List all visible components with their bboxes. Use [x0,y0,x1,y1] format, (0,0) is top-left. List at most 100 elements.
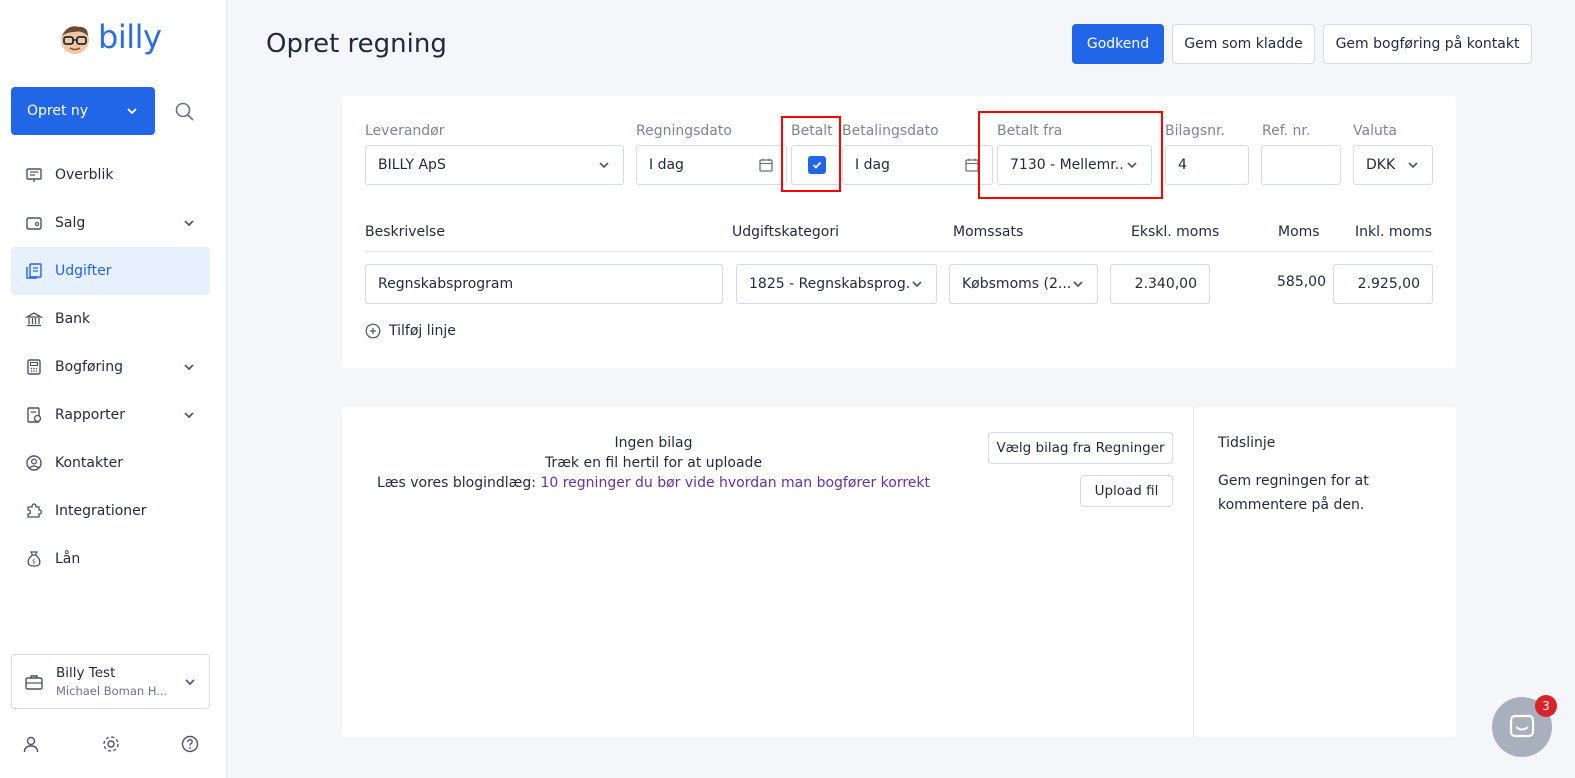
sidebar-item-label: Kontakter [55,455,123,471]
line-excl-vat-input[interactable]: 2.340,00 [1110,264,1210,304]
sidebar-item-bogforing[interactable]: Bogføring [11,343,210,391]
sidebar-item-rapporter[interactable]: Rapporter [11,391,210,439]
column-header-vat: Moms [1278,224,1320,240]
chevron-down-icon [1073,281,1083,288]
bill-date-value: I dag [649,157,684,173]
timeline-title: Tidslinje [1218,435,1276,451]
report-icon [25,406,43,424]
sidebar-item-udgifter[interactable]: Udgifter [11,247,210,295]
highlight-paid-from [978,111,1163,199]
billy-logo[interactable]: billy [58,18,162,56]
reference-number-input[interactable] [1261,145,1341,185]
help-icon[interactable] [180,734,200,754]
payment-date-label: Betalingsdato [842,123,939,139]
bill-date-field[interactable]: I dag [636,145,787,185]
line-description-input[interactable]: Regnskabsprogram [365,264,723,304]
voucher-number-input[interactable]: 4 [1165,145,1249,185]
search-icon[interactable] [172,99,198,125]
line-excl-vat-value: 2.340,00 [1134,276,1197,292]
logo-wordmark: billy [98,18,162,56]
create-new-label: Opret ny [27,103,89,119]
sidebar-item-label: Salg [55,215,86,231]
line-description-value: Regnskabsprogram [378,276,514,292]
user-icon[interactable] [21,734,41,754]
chevron-down-icon [184,412,194,419]
save-draft-button[interactable]: Gem som kladde [1172,24,1315,64]
create-new-button[interactable]: Opret ny [11,87,155,135]
add-line-label: Tilføj linje [389,323,456,339]
approve-button[interactable]: Godkend [1072,24,1164,64]
blog-line: Læs vores blogindlæg: 10 regninger du bø… [342,473,965,493]
sidebar-item-overblik[interactable]: Overblik [11,151,210,199]
sidebar-item-bank[interactable]: Bank [11,295,210,343]
column-header-description: Beskrivelse [365,224,445,240]
vendor-value: BILLY ApS [378,157,446,173]
currency-value: DKK [1366,157,1396,173]
save-to-contact-button[interactable]: Gem bogføring på kontakt [1323,24,1532,64]
column-header-vat-rate: Momssats [953,224,1024,240]
sidebar-item-label: Overblik [55,167,114,183]
organization-user: Michael Boman H... [56,684,168,698]
timeline-text: Gem regningen for at kommentere på den. [1218,473,1369,513]
line-vat-value: 585,00 [1277,274,1326,290]
vendor-select[interactable]: BILLY ApS [365,145,624,185]
mascot-icon [61,26,89,54]
drag-file-text: Træk en fil hertil for at uploade [544,455,763,471]
add-line-button[interactable]: Tilføj linje [365,323,456,339]
payment-date-value: I dag [855,157,890,173]
no-attachment-text: Ingen bilag [614,435,693,451]
bill-date-label: Regningsdato [636,123,732,139]
timeline-divider [1193,407,1194,737]
attachments-card: Ingen bilag Træk en fil hertil for at up… [342,407,1456,737]
voucher-number-label: Bilagsnr. [1165,123,1225,139]
svg-text:$: $ [32,559,36,566]
puzzle-icon [25,502,43,520]
wallet-icon [25,214,43,232]
column-header-incl-vat: Inkl. moms [1355,224,1433,240]
column-header-excl-vat: Ekskl. moms [1131,224,1220,240]
sidebar-item-salg[interactable]: Salg [11,199,210,247]
currency-label: Valuta [1353,123,1397,139]
currency-select[interactable]: DKK [1353,145,1433,185]
blog-link[interactable]: 10 regninger du bør vide hvordan man bog… [540,475,930,491]
sidebar-item-label: Integrationer [55,503,147,519]
reference-number-label: Ref. nr. [1262,123,1311,139]
upload-file-button[interactable]: Upload fil [1080,475,1173,507]
line-vat-rate-value: Købsmoms (2... [962,276,1071,292]
sidebar: billy Opret ny Overblik Salg Udgifter Ba… [0,0,227,778]
sidebar-nav: Overblik Salg Udgifter Bank Bogføring Ra… [11,151,210,583]
dropzone-text: Ingen bilag Træk en fil hertil for at up… [342,433,965,493]
sidebar-item-kontakter[interactable]: Kontakter [11,439,210,487]
plus-circle-icon [365,323,381,339]
line-vat-rate-select[interactable]: Købsmoms (2... [949,264,1098,304]
line-category-select[interactable]: 1825 - Regnskabsprog... [736,264,937,304]
chevron-down-icon [127,108,137,115]
line-incl-vat-input[interactable]: 2.925,00 [1333,264,1433,304]
calculator-icon [25,358,43,376]
sidebar-item-label: Bank [55,311,91,327]
bill-form-card: Leverandør Regningsdato Betalt Betalings… [342,96,1456,368]
chevron-down-icon [184,220,194,227]
sidebar-item-label: Udgifter [55,263,112,279]
attachment-dropzone[interactable]: Ingen bilag Træk en fil hertil for at up… [342,407,1193,737]
sidebar-item-label: Rapporter [55,407,125,423]
calendar-icon [759,158,773,172]
choose-from-bills-button[interactable]: Vælg bilag fra Regninger [988,432,1173,464]
payment-date-field[interactable]: I dag [842,145,993,185]
column-header-category: Udgiftskategori [732,224,840,240]
money-bag-icon: $ [25,550,43,568]
receipt-icon [25,262,43,280]
contacts-icon [25,454,43,472]
sidebar-item-integrationer[interactable]: Integrationer [11,487,210,535]
chevron-down-icon [599,162,609,169]
gear-icon[interactable] [101,734,121,754]
chevron-down-icon [1408,162,1418,169]
page-title: Opret regning [266,29,447,59]
organization-switcher[interactable]: Billy Test Michael Boman H... [11,654,210,709]
bank-icon [25,310,43,328]
chevron-down-icon [185,678,195,685]
sidebar-item-lan[interactable]: $ Lån [11,535,210,583]
voucher-number-value: 4 [1178,157,1187,173]
sidebar-item-label: Lån [55,551,81,567]
briefcase-icon [25,674,43,690]
